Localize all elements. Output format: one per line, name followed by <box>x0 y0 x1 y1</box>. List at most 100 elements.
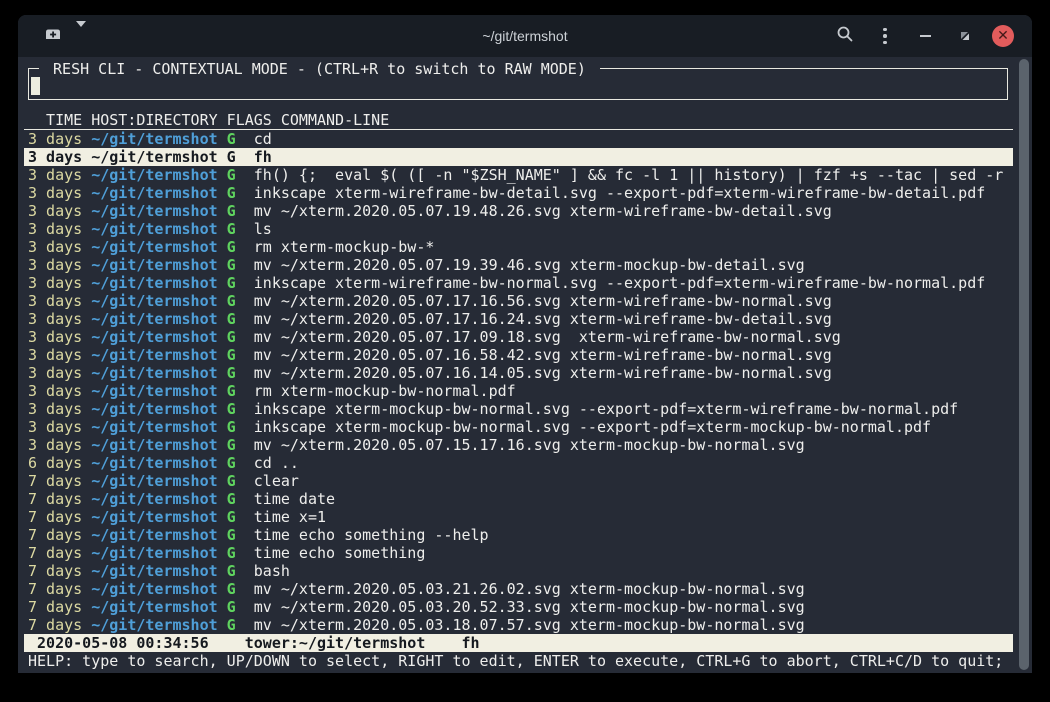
history-row[interactable]: 3 days ~/git/termshot G fh() {; eval $( … <box>24 166 1013 184</box>
row-flag-cell: G <box>218 166 236 184</box>
history-row[interactable]: 3 days ~/git/termshot G ls <box>24 220 1013 238</box>
row-cmd-cell: time echo something --help <box>236 526 489 544</box>
row-flag-cell: G <box>218 130 236 148</box>
history-row[interactable]: 3 days ~/git/termshot G mv ~/xterm.2020.… <box>24 346 1013 364</box>
history-row[interactable]: 3 days ~/git/termshot G inkscape xterm-w… <box>24 274 1013 292</box>
history-row[interactable]: 6 days ~/git/termshot G cd .. <box>24 454 1013 472</box>
close-button[interactable]: ✕ <box>992 25 1014 47</box>
row-time-cell: 3 days <box>28 256 91 274</box>
row-flag-cell: G <box>218 508 236 526</box>
history-row[interactable]: 3 days ~/git/termshot G fh <box>24 148 1013 166</box>
row-flag-cell: G <box>218 526 236 544</box>
minimize-button[interactable] <box>912 23 938 49</box>
close-icon: ✕ <box>997 29 1009 43</box>
new-tab-button[interactable] <box>40 23 66 49</box>
search-icon <box>836 25 854 47</box>
row-time-cell: 3 days <box>28 418 91 436</box>
row-flag-cell: G <box>218 454 236 472</box>
row-flag-cell: G <box>218 580 236 598</box>
history-row[interactable]: 7 days ~/git/termshot G time date <box>24 490 1013 508</box>
row-cmd-cell: inkscape xterm-mockup-bw-normal.svg --ex… <box>236 418 931 436</box>
row-flag-cell: G <box>218 598 236 616</box>
row-cmd-cell: mv ~/xterm.2020.05.07.19.39.46.svg xterm… <box>236 256 805 274</box>
row-time-cell: 7 days <box>28 598 91 616</box>
history-row[interactable]: 3 days ~/git/termshot G mv ~/xterm.2020.… <box>24 328 1013 346</box>
row-dir-cell: ~/git/termshot <box>91 544 217 562</box>
tab-dropdown-button[interactable] <box>70 27 86 46</box>
row-flag-cell: G <box>218 274 236 292</box>
row-time-cell: 3 days <box>28 148 91 166</box>
history-row[interactable]: 7 days ~/git/termshot G time echo someth… <box>24 544 1013 562</box>
scrollbar-thumb[interactable] <box>1019 59 1029 670</box>
chevron-down-icon <box>76 21 86 46</box>
history-row[interactable]: 7 days ~/git/termshot G time x=1 <box>24 508 1013 526</box>
row-cmd-cell: cd <box>236 130 272 148</box>
row-dir-cell: ~/git/termshot <box>91 148 217 166</box>
row-dir-cell: ~/git/termshot <box>91 526 217 544</box>
history-row[interactable]: 3 days ~/git/termshot G inkscape xterm-m… <box>24 418 1013 436</box>
row-time-cell: 3 days <box>28 220 91 238</box>
row-dir-cell: ~/git/termshot <box>91 490 217 508</box>
row-flag-cell: G <box>218 400 236 418</box>
titlebar[interactable]: ~/git/termshot <box>18 15 1032 57</box>
row-dir-cell: ~/git/termshot <box>91 220 217 238</box>
history-row[interactable]: 7 days ~/git/termshot G mv ~/xterm.2020.… <box>24 616 1013 634</box>
row-dir-cell: ~/git/termshot <box>91 598 217 616</box>
menu-button[interactable] <box>872 23 898 49</box>
row-cmd-cell: mv ~/xterm.2020.05.07.16.58.42.svg xterm… <box>236 346 832 364</box>
row-time-cell: 7 days <box>28 472 91 490</box>
terminal-screen[interactable]: RESH CLI - CONTEXTUAL MODE - (CTRL+R to … <box>18 57 1032 673</box>
history-row[interactable]: 3 days ~/git/termshot G rm xterm-mockup-… <box>24 238 1013 256</box>
history-row[interactable]: 7 days ~/git/termshot G time echo someth… <box>24 526 1013 544</box>
row-cmd-cell: fh <box>236 148 272 166</box>
row-dir-cell: ~/git/termshot <box>91 346 217 364</box>
history-row[interactable]: 3 days ~/git/termshot G mv ~/xterm.2020.… <box>24 364 1013 382</box>
history-row[interactable]: 3 days ~/git/termshot G mv ~/xterm.2020.… <box>24 436 1013 454</box>
search-box-title: RESH CLI - CONTEXTUAL MODE - (CTRL+R to … <box>39 60 600 78</box>
row-time-cell: 3 days <box>28 166 91 184</box>
kebab-menu-icon <box>883 28 887 45</box>
row-cmd-cell: inkscape xterm-wireframe-bw-normal.svg -… <box>236 274 986 292</box>
history-list: 3 days ~/git/termshot G cd3 days ~/git/t… <box>24 130 1013 634</box>
history-row[interactable]: 7 days ~/git/termshot G mv ~/xterm.2020.… <box>24 598 1013 616</box>
row-time-cell: 7 days <box>28 544 91 562</box>
row-cmd-cell: fh() {; eval $( ([ -n "$ZSH_NAME" ] && f… <box>236 166 1004 184</box>
row-cmd-cell: rm xterm-mockup-bw-* <box>236 238 435 256</box>
new-tab-icon <box>43 24 63 48</box>
row-flag-cell: G <box>218 364 236 382</box>
row-dir-cell: ~/git/termshot <box>91 580 217 598</box>
search-input-box[interactable]: RESH CLI - CONTEXTUAL MODE - (CTRL+R to … <box>28 68 1008 100</box>
row-dir-cell: ~/git/termshot <box>91 454 217 472</box>
row-cmd-cell: ls <box>236 220 272 238</box>
history-row[interactable]: 3 days ~/git/termshot G inkscape xterm-m… <box>24 400 1013 418</box>
row-flag-cell: G <box>218 202 236 220</box>
row-dir-cell: ~/git/termshot <box>91 562 217 580</box>
history-row[interactable]: 3 days ~/git/termshot G mv ~/xterm.2020.… <box>24 310 1013 328</box>
row-dir-cell: ~/git/termshot <box>91 130 217 148</box>
history-row[interactable]: 3 days ~/git/termshot G rm xterm-mockup-… <box>24 382 1013 400</box>
row-time-cell: 7 days <box>28 490 91 508</box>
history-row[interactable]: 3 days ~/git/termshot G mv ~/xterm.2020.… <box>24 256 1013 274</box>
history-row[interactable]: 3 days ~/git/termshot G mv ~/xterm.2020.… <box>24 202 1013 220</box>
row-cmd-cell: mv ~/xterm.2020.05.03.21.26.02.svg xterm… <box>236 580 805 598</box>
row-dir-cell: ~/git/termshot <box>91 364 217 382</box>
row-dir-cell: ~/git/termshot <box>91 256 217 274</box>
history-row[interactable]: 7 days ~/git/termshot G bash <box>24 562 1013 580</box>
history-row[interactable]: 7 days ~/git/termshot G clear <box>24 472 1013 490</box>
history-row[interactable]: 3 days ~/git/termshot G cd <box>24 130 1013 148</box>
row-time-cell: 7 days <box>28 526 91 544</box>
history-row[interactable]: 7 days ~/git/termshot G mv ~/xterm.2020.… <box>24 580 1013 598</box>
row-time-cell: 3 days <box>28 364 91 382</box>
history-row[interactable]: 3 days ~/git/termshot G inkscape xterm-w… <box>24 184 1013 202</box>
search-button[interactable] <box>832 23 858 49</box>
row-flag-cell: G <box>218 418 236 436</box>
minimize-icon <box>920 35 931 37</box>
row-time-cell: 3 days <box>28 292 91 310</box>
row-time-cell: 3 days <box>28 310 91 328</box>
restore-button[interactable] <box>952 23 978 49</box>
row-flag-cell: G <box>218 328 236 346</box>
row-time-cell: 6 days <box>28 454 91 472</box>
row-dir-cell: ~/git/termshot <box>91 616 217 634</box>
history-row[interactable]: 3 days ~/git/termshot G mv ~/xterm.2020.… <box>24 292 1013 310</box>
row-flag-cell: G <box>218 436 236 454</box>
